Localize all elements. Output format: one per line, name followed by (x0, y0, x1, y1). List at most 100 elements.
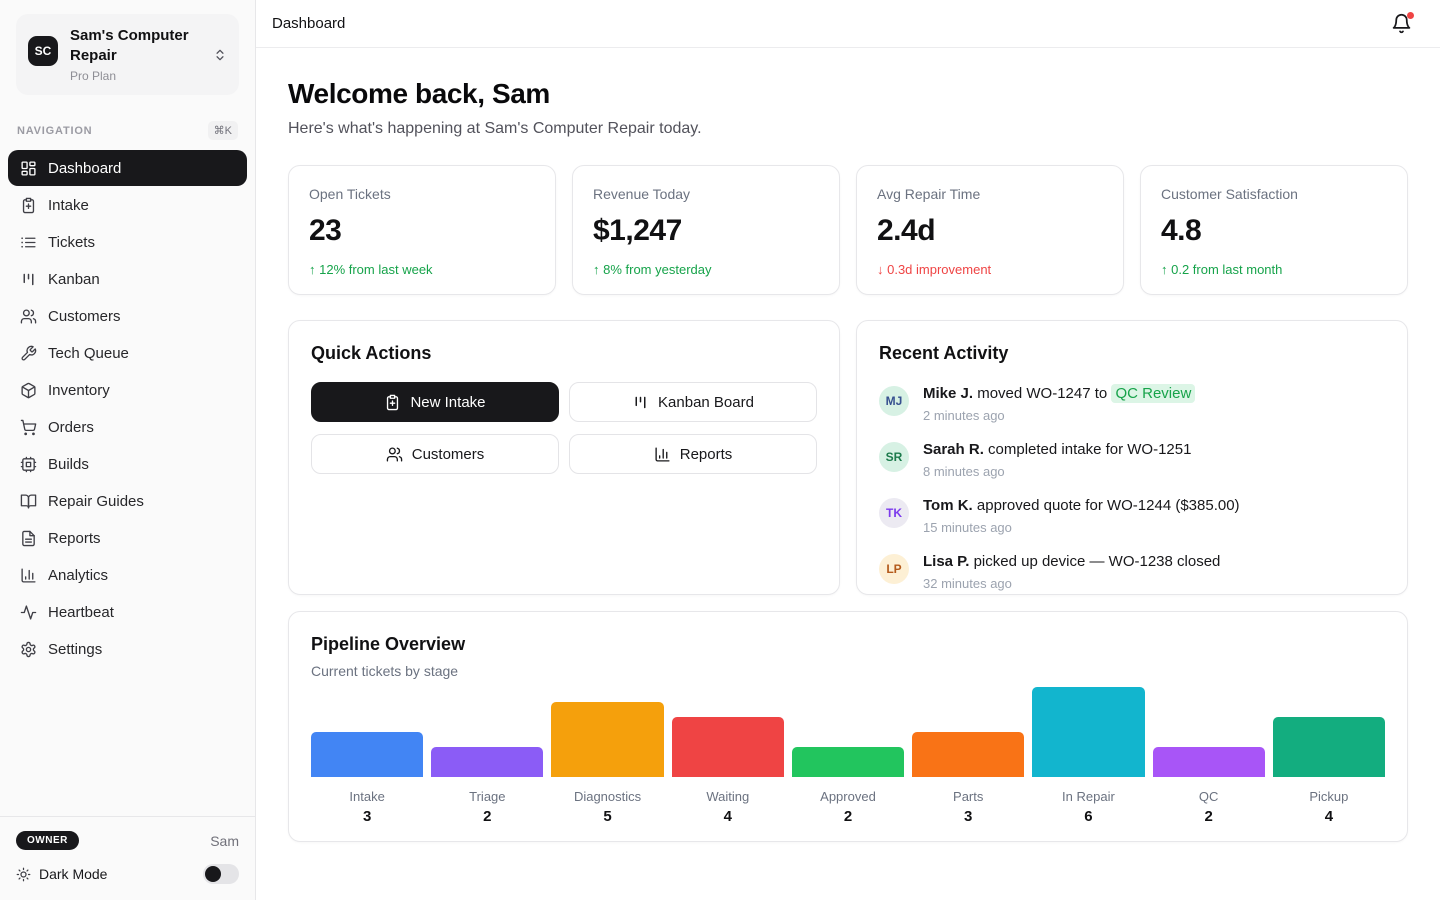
sidebar-item-label: Settings (48, 641, 102, 658)
stat-delta: ↑ 0.2 from last month (1161, 262, 1387, 277)
notifications-bell-icon[interactable] (1391, 13, 1412, 34)
page-title: Welcome back, Sam (288, 78, 1408, 110)
bar-count: 2 (431, 808, 543, 825)
stat-value: 4.8 (1161, 214, 1387, 248)
chart-column-approved: Approved 2 (792, 687, 904, 825)
sidebar-item-label: Heartbeat (48, 604, 114, 621)
bar-label: Intake (311, 789, 423, 804)
sidebar-item-label: Analytics (48, 567, 108, 584)
org-plan: Pro Plan (70, 69, 201, 83)
reports-button[interactable]: Reports (569, 434, 817, 474)
clipboard-plus-icon (20, 197, 37, 214)
new-intake-button[interactable]: New Intake (311, 382, 559, 422)
sidebar-item-repair-guides[interactable]: Repair Guides (8, 483, 247, 519)
recent-activity-title: Recent Activity (879, 343, 1385, 364)
bar-count: 2 (792, 808, 904, 825)
bar-label: Approved (792, 789, 904, 804)
chart-column-in-repair: In Repair6 (1032, 687, 1144, 825)
dark-mode-toggle[interactable] (203, 864, 239, 884)
bar-label: Triage (431, 789, 543, 804)
avatar: SR (879, 442, 909, 472)
pipeline-subtitle: Current tickets by stage (311, 663, 1385, 679)
customers-button[interactable]: Customers (311, 434, 559, 474)
org-name: Sam's Computer Repair (70, 26, 198, 66)
stat-label: Avg Repair Time (877, 186, 1103, 202)
quick-actions-title: Quick Actions (311, 343, 817, 364)
sidebar-item-analytics[interactable]: Analytics (8, 557, 247, 593)
bar-in-repair (1032, 687, 1144, 777)
book-open-icon (20, 493, 37, 510)
list-icon (20, 234, 37, 251)
org-switcher[interactable]: SC Sam's Computer Repair Pro Plan (16, 14, 239, 95)
file-text-icon (20, 530, 37, 547)
quick-action-label: Reports (680, 446, 733, 463)
notification-dot (1407, 12, 1414, 19)
activity-time: 2 minutes ago (923, 408, 1195, 423)
stat-delta: ↑ 8% from yesterday (593, 262, 819, 277)
gear-icon (20, 641, 37, 658)
pipeline-chart: Intake3Triage2Diagnostics5Waiting4Approv… (311, 687, 1385, 825)
status-badge: QC Review (1111, 384, 1195, 403)
chevrons-up-down-icon (213, 48, 227, 62)
sidebar-item-orders[interactable]: Orders (8, 409, 247, 445)
activity-user: Sarah R. (923, 441, 984, 458)
sidebar-item-label: Inventory (48, 382, 110, 399)
bar-pickup (1273, 717, 1385, 777)
avatar: MJ (879, 386, 909, 416)
sidebar-item-tech-queue[interactable]: Tech Queue (8, 335, 247, 371)
sidebar-item-kanban[interactable]: Kanban (8, 261, 247, 297)
sidebar-item-label: Tickets (48, 234, 95, 251)
dark-mode-label: Dark Mode (39, 866, 107, 882)
activity-list: MJ Mike J. moved WO-1247 to QC Review 2 mi… (879, 384, 1385, 591)
bar-chart-icon (654, 446, 671, 463)
bar-label: In Repair (1032, 789, 1144, 804)
activity-user: Tom K. (923, 497, 973, 514)
sidebar-item-label: Intake (48, 197, 89, 214)
activity-icon (20, 604, 37, 621)
activity-item: TKTom K. approved quote for WO-1244 ($38… (879, 496, 1385, 535)
stat-card-customer-satisfaction: Customer Satisfaction 4.8 ↑ 0.2 from last … (1140, 165, 1408, 295)
cart-icon (20, 419, 37, 436)
avatar: LP (879, 554, 909, 584)
sidebar-item-heartbeat[interactable]: Heartbeat (8, 594, 247, 630)
activity-text: Sarah R. completed intake for WO-1251 (923, 440, 1191, 460)
users-icon (20, 308, 37, 325)
org-avatar: SC (28, 36, 58, 66)
activity-time: 15 minutes ago (923, 520, 1240, 535)
bar-waiting (672, 717, 784, 777)
sidebar-item-customers[interactable]: Customers (8, 298, 247, 334)
chart-column-diagnostics: Diagnostics 5 (551, 687, 663, 825)
sidebar-item-settings[interactable]: Settings (8, 631, 247, 667)
chart-column-waiting: Waiting4 (672, 687, 784, 825)
topbar: Dashboard (256, 0, 1440, 48)
bar-count: 5 (551, 808, 663, 825)
wrench-icon (20, 345, 37, 362)
activity-item: LPLisa P. picked up device — WO-1238 clo… (879, 552, 1385, 591)
stat-label: Customer Satisfaction (1161, 186, 1387, 202)
sidebar-item-label: Dashboard (48, 160, 121, 177)
sidebar-item-reports[interactable]: Reports (8, 520, 247, 556)
sidebar-item-intake[interactable]: Intake (8, 187, 247, 223)
sidebar-item-tickets[interactable]: Tickets (8, 224, 247, 260)
package-icon (20, 382, 37, 399)
quick-action-label: Customers (412, 446, 485, 463)
recent-activity-panel: Recent Activity MJ Mike J. moved WO-1247 … (856, 320, 1408, 595)
sidebar-item-label: Builds (48, 456, 89, 473)
sidebar-item-label: Tech Queue (48, 345, 129, 362)
activity-text: Mike J. moved WO-1247 to QC Review (923, 384, 1195, 404)
sidebar-item-label: Kanban (48, 271, 100, 288)
stat-label: Revenue Today (593, 186, 819, 202)
bar-chart-icon (20, 567, 37, 584)
stat-label: Open Tickets (309, 186, 535, 202)
sidebar-item-dashboard[interactable]: Dashboard (8, 150, 247, 186)
bar-diagnostics (551, 702, 663, 777)
bar-label: Diagnostics (551, 789, 663, 804)
sidebar-item-inventory[interactable]: Inventory (8, 372, 247, 408)
activity-item: SRSarah R. completed intake for WO-12518… (879, 440, 1385, 479)
pipeline-overview-panel: Pipeline Overview Current tickets by sta… (288, 611, 1408, 842)
sidebar-item-builds[interactable]: Builds (8, 446, 247, 482)
bar-label: QC (1153, 789, 1265, 804)
cpu-icon (20, 456, 37, 473)
kanban-board-button[interactable]: Kanban Board (569, 382, 817, 422)
chart-column-intake: Intake3 (311, 687, 423, 825)
